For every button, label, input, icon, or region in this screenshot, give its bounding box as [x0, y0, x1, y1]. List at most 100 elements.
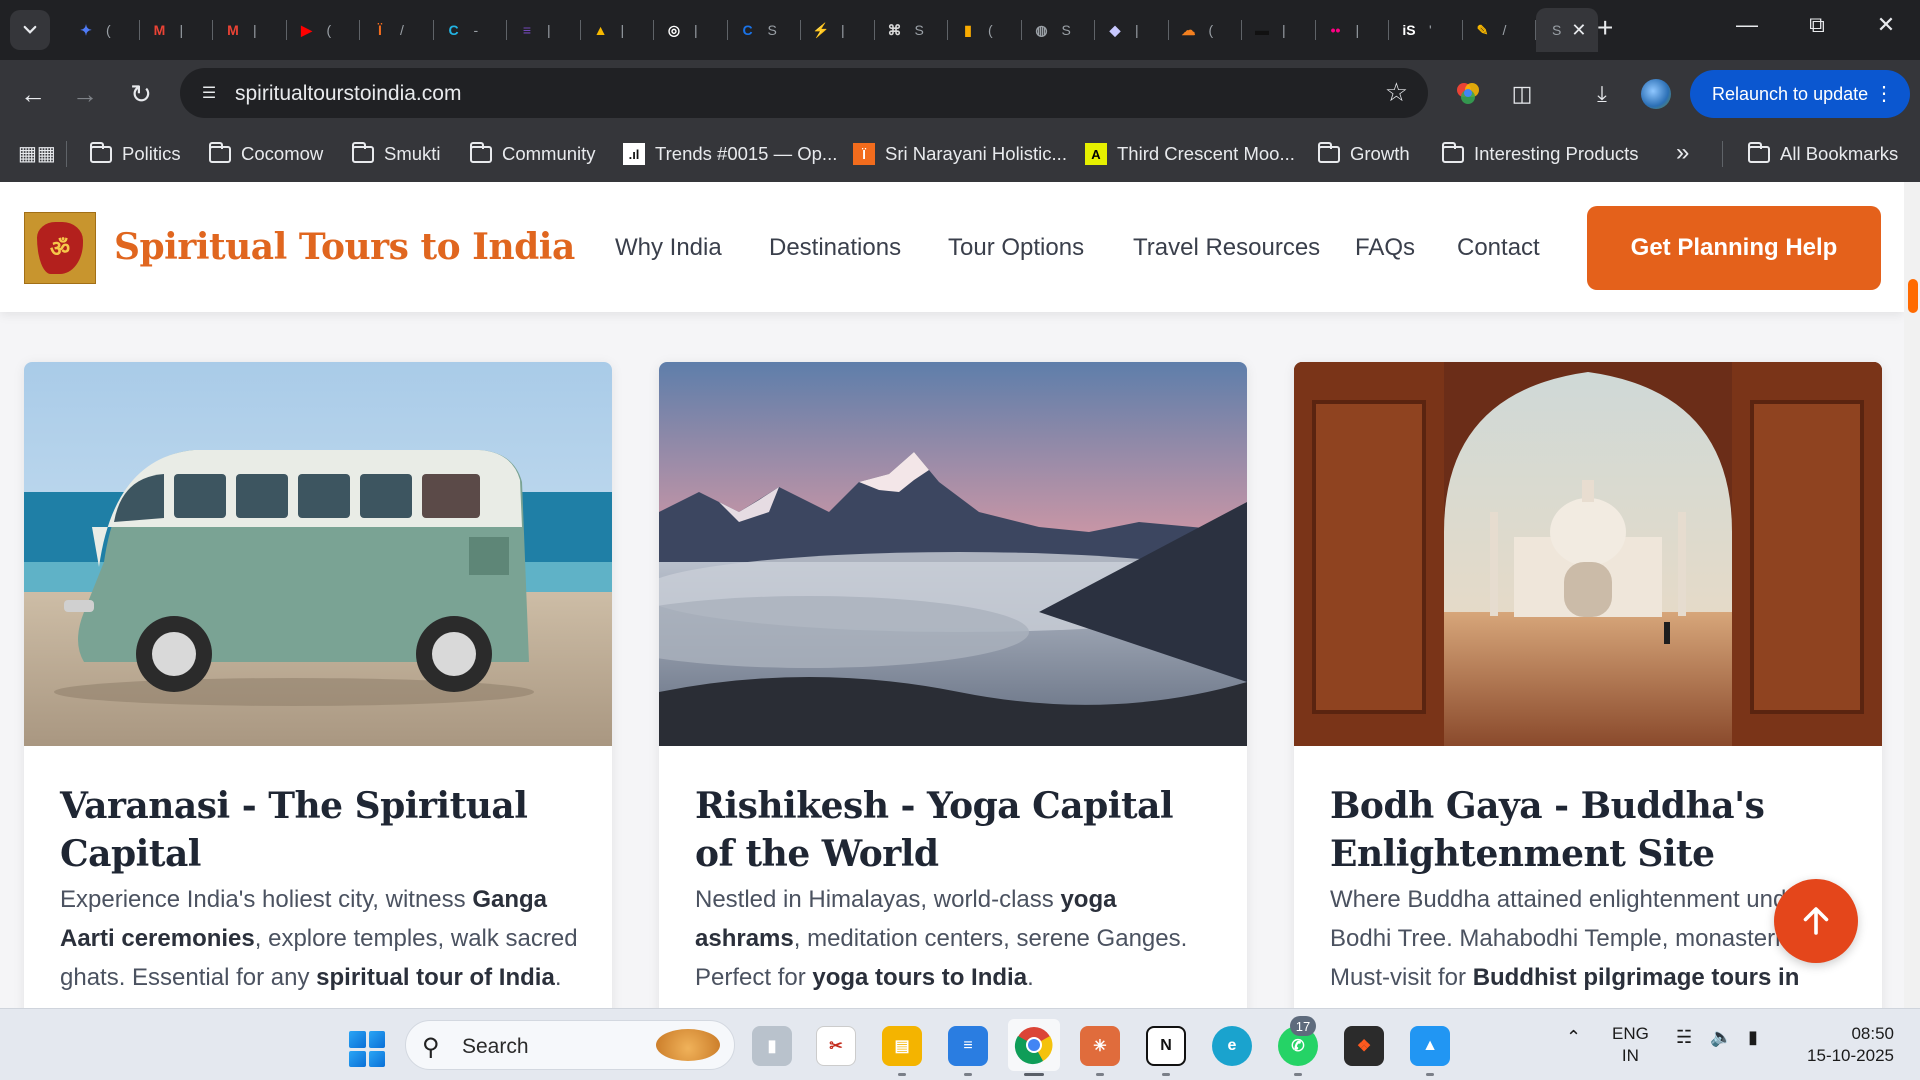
- browser-tab[interactable]: ▲ |: [581, 8, 654, 52]
- site-title[interactable]: Spiritual Tours to India: [114, 226, 575, 268]
- browser-tab[interactable]: Ï /: [360, 8, 434, 52]
- minimize-button[interactable]: —: [1727, 12, 1767, 38]
- new-tab-button[interactable]: +: [1597, 14, 1613, 42]
- tab-title-fragment: S: [767, 22, 777, 38]
- close-tab-icon[interactable]: ✕: [1571, 20, 1586, 41]
- relaunch-button[interactable]: Relaunch to update ⋮: [1690, 70, 1910, 118]
- tab-search-button[interactable]: [10, 10, 50, 50]
- nav-destinations[interactable]: Destinations: [769, 234, 901, 262]
- browser-tab[interactable]: M |: [213, 8, 287, 52]
- browser-tab[interactable]: ▮(: [948, 8, 1022, 52]
- browser-tab[interactable]: ◆ |: [1095, 8, 1169, 52]
- notion-icon[interactable]: N: [1146, 1026, 1186, 1066]
- wifi-icon[interactable]: ☵: [1676, 1027, 1692, 1048]
- site-settings-icon[interactable]: ☰: [196, 80, 222, 106]
- browser-tab[interactable]: CS: [728, 8, 801, 52]
- bookmark-smukti[interactable]: Smukti: [352, 140, 441, 168]
- browser-tab[interactable]: ◍ S: [1022, 8, 1095, 52]
- browser-tab[interactable]: ✦(: [66, 8, 140, 52]
- bookmark-third-crescent-moo[interactable]: A Third Crescent Moo...: [1085, 140, 1295, 168]
- page-scrollbar[interactable]: [1904, 182, 1920, 1008]
- extension-color-icon[interactable]: [1452, 78, 1484, 110]
- browser-tab[interactable]: ◎ |: [654, 8, 728, 52]
- bookmark-growth[interactable]: Growth: [1318, 140, 1410, 168]
- bookmark-trends-0015-op[interactable]: .ıl Trends #0015 — Op...: [623, 140, 837, 168]
- tab-title-fragment: |: [1282, 22, 1286, 38]
- forward-button[interactable]: →: [68, 77, 102, 111]
- edge-icon[interactable]: e: [1212, 1026, 1252, 1066]
- extensions-puzzle-icon[interactable]: ◫: [1506, 78, 1538, 110]
- browser-tab[interactable]: iS ': [1389, 8, 1463, 52]
- browser-tab[interactable]: ☁(: [1169, 8, 1242, 52]
- card-keyword: yoga tours to India: [812, 964, 1028, 991]
- battery-icon[interactable]: ▮: [1748, 1027, 1758, 1048]
- nav-tour-options[interactable]: Tour Options: [948, 234, 1084, 262]
- chrome-taskbar-icon[interactable]: [1008, 1019, 1060, 1071]
- reload-button[interactable]: ↻: [124, 77, 158, 111]
- apps-grid-icon[interactable]: ▦▦: [18, 141, 56, 166]
- windows-taskbar: ⚲ Search ▮ ✂ ▤ ≡ ✳ N e ✆ 17 ❖ ▲ ⌃ ENG IN…: [0, 1008, 1920, 1080]
- volume-icon[interactable]: 🔈: [1710, 1027, 1732, 1048]
- active-tab[interactable]: S ✕: [1536, 8, 1598, 52]
- bookmark-community[interactable]: Community: [470, 140, 596, 168]
- chevron-up-icon[interactable]: ⌃: [1566, 1027, 1581, 1048]
- bookmark-sri-narayani-holistic[interactable]: Ï Sri Narayani Holistic...: [853, 140, 1067, 168]
- nav-travel-resources[interactable]: Travel Resources: [1133, 234, 1320, 262]
- task-view-icon[interactable]: ▮: [752, 1026, 792, 1066]
- browser-tab[interactable]: ⌘ S: [875, 8, 948, 52]
- back-to-top-button[interactable]: [1774, 879, 1858, 963]
- browser-tab[interactable]: •• |: [1316, 8, 1389, 52]
- site-logo[interactable]: ॐ: [24, 212, 96, 284]
- destination-card-varanasi[interactable]: Varanasi - The Spiritual Capital Experie…: [24, 362, 612, 1008]
- profile-avatar[interactable]: [1640, 78, 1672, 110]
- restore-button[interactable]: ⧉: [1797, 12, 1837, 38]
- browser-tab[interactable]: ▶(: [287, 8, 360, 52]
- nav-contact[interactable]: Contact: [1457, 234, 1540, 262]
- photos-icon[interactable]: ▲: [1410, 1026, 1450, 1066]
- card-title[interactable]: Rishikesh - Yoga Capital of the World: [695, 782, 1215, 878]
- language-indicator[interactable]: ENG IN: [1612, 1023, 1649, 1067]
- destination-card-rishikesh[interactable]: Rishikesh - Yoga Capital of the World Ne…: [659, 362, 1247, 1008]
- browser-tab[interactable]: ✎ /: [1463, 8, 1536, 52]
- close-window-button[interactable]: ✕: [1866, 12, 1906, 38]
- clock-time: 08:50: [1851, 1024, 1894, 1043]
- card-title[interactable]: Bodh Gaya - Buddha's Enlightenment Site: [1330, 782, 1850, 878]
- running-indicator: [964, 1073, 972, 1076]
- bookmark-interesting-products[interactable]: Interesting Products: [1442, 140, 1639, 168]
- bookmark-star-icon[interactable]: ☆: [1385, 77, 1408, 108]
- browser-tab[interactable]: M |: [140, 8, 213, 52]
- all-bookmarks[interactable]: All Bookmarks: [1748, 140, 1898, 168]
- card-image-van[interactable]: [24, 362, 612, 746]
- taskbar-search[interactable]: ⚲ Search: [405, 1020, 735, 1070]
- snipping-tool-icon[interactable]: ✂: [816, 1026, 856, 1066]
- browser-tab[interactable]: ≡ |: [507, 8, 581, 52]
- get-planning-help-button[interactable]: Get Planning Help: [1587, 206, 1881, 290]
- claude-icon[interactable]: ✳: [1080, 1026, 1120, 1066]
- cloudflare-icon: ☁: [1181, 21, 1196, 38]
- download-icon[interactable]: ⤓: [1586, 78, 1618, 110]
- back-button[interactable]: ←: [16, 77, 50, 111]
- system-clock[interactable]: 08:50 15-10-2025: [1794, 1023, 1894, 1067]
- bookmark-politics[interactable]: Politics: [90, 140, 181, 168]
- address-bar[interactable]: ☰ spiritualtourstoindia.com ☆: [180, 68, 1428, 118]
- card-text-fragment: Nestled in Himalayas, world-class: [695, 886, 1061, 913]
- file-explorer-icon[interactable]: ▤: [882, 1026, 922, 1066]
- clock-date: 15-10-2025: [1807, 1046, 1894, 1065]
- minimize-icon: —: [1736, 12, 1758, 37]
- more-bookmarks-icon[interactable]: »: [1676, 139, 1689, 167]
- card-image-himalaya[interactable]: [659, 362, 1247, 746]
- notepad-icon[interactable]: ≡: [948, 1026, 988, 1066]
- dev-app-icon[interactable]: ❖: [1344, 1026, 1384, 1066]
- url-text[interactable]: spiritualtourstoindia.com: [235, 82, 461, 106]
- scrollbar-thumb[interactable]: [1908, 279, 1918, 313]
- browser-tab[interactable]: C-: [434, 8, 507, 52]
- more-vert-icon[interactable]: ⋮: [1874, 81, 1894, 106]
- bookmark-cocomow[interactable]: Cocomow: [209, 140, 323, 168]
- browser-tab[interactable]: ▬ |: [1242, 8, 1316, 52]
- card-image-taj-mahal-arch[interactable]: [1294, 362, 1882, 746]
- browser-tab[interactable]: ⚡ |: [801, 8, 875, 52]
- start-button[interactable]: [349, 1031, 385, 1067]
- nav-faqs[interactable]: FAQs: [1355, 234, 1415, 262]
- card-title[interactable]: Varanasi - The Spiritual Capital: [60, 782, 580, 878]
- nav-why-india[interactable]: Why India: [615, 234, 722, 262]
